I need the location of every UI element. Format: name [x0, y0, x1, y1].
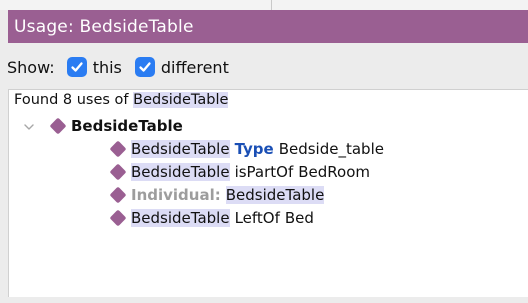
- item-predicate: isPartOf: [234, 163, 294, 181]
- found-uses-text: Found 8 uses of BedsideTable: [14, 92, 229, 108]
- tree-item-type[interactable]: BedsideTable Type Bedside_table: [109, 138, 384, 160]
- checkmark-icon[interactable]: [134, 57, 155, 77]
- item-subject: BedsideTable: [131, 209, 230, 227]
- show-filter-row: Show: this different: [0, 52, 528, 82]
- tree-item-individual-declaration[interactable]: Individual: BedsideTable: [109, 184, 325, 206]
- usage-view: Usage: BedsideTable Show: this different…: [0, 0, 528, 303]
- item-object: Bedside_table: [278, 140, 384, 158]
- found-entity: BedsideTable: [133, 92, 229, 108]
- view-title-bar: Usage: BedsideTable: [8, 10, 528, 43]
- found-prefix: Found 8 uses of: [14, 92, 129, 108]
- individual-diamond-icon: [109, 140, 127, 158]
- tree-root-label: BedsideTable: [71, 117, 183, 135]
- tab-separator: [271, 0, 272, 10]
- top-tab-strip: [0, 0, 528, 10]
- show-this-checkbox[interactable]: this: [66, 57, 122, 77]
- item-predicate: LeftOf: [234, 209, 280, 227]
- item-entity: BedsideTable: [225, 186, 325, 204]
- chevron-down-icon[interactable]: [22, 120, 36, 134]
- usage-tree-panel: Found 8 uses of BedsideTable BedsideTabl…: [8, 89, 528, 297]
- tree-item-leftof[interactable]: BedsideTable LeftOf Bed: [109, 207, 314, 229]
- item-predicate-keyword: Type: [234, 140, 274, 158]
- item-object: Bed: [284, 209, 314, 227]
- tree-item-ispartof[interactable]: BedsideTable isPartOf BedRoom: [109, 161, 370, 183]
- show-label: Show:: [7, 57, 55, 77]
- show-different-checkbox[interactable]: different: [134, 57, 229, 77]
- item-subject: BedsideTable: [131, 163, 230, 181]
- view-title: Usage: BedsideTable: [14, 16, 194, 37]
- individual-diamond-icon: [109, 163, 127, 181]
- tree-root-bedsidetable[interactable]: BedsideTable: [49, 115, 183, 137]
- show-different-label: different: [160, 57, 229, 77]
- individual-diamond-icon: [49, 117, 67, 135]
- individual-diamond-icon: [109, 186, 127, 204]
- individual-diamond-icon: [109, 209, 127, 227]
- item-subject: BedsideTable: [131, 140, 230, 158]
- item-declaration-prefix: Individual:: [131, 186, 221, 204]
- checkmark-icon[interactable]: [66, 57, 87, 77]
- item-object: BedRoom: [298, 163, 371, 181]
- show-this-label: this: [92, 57, 122, 77]
